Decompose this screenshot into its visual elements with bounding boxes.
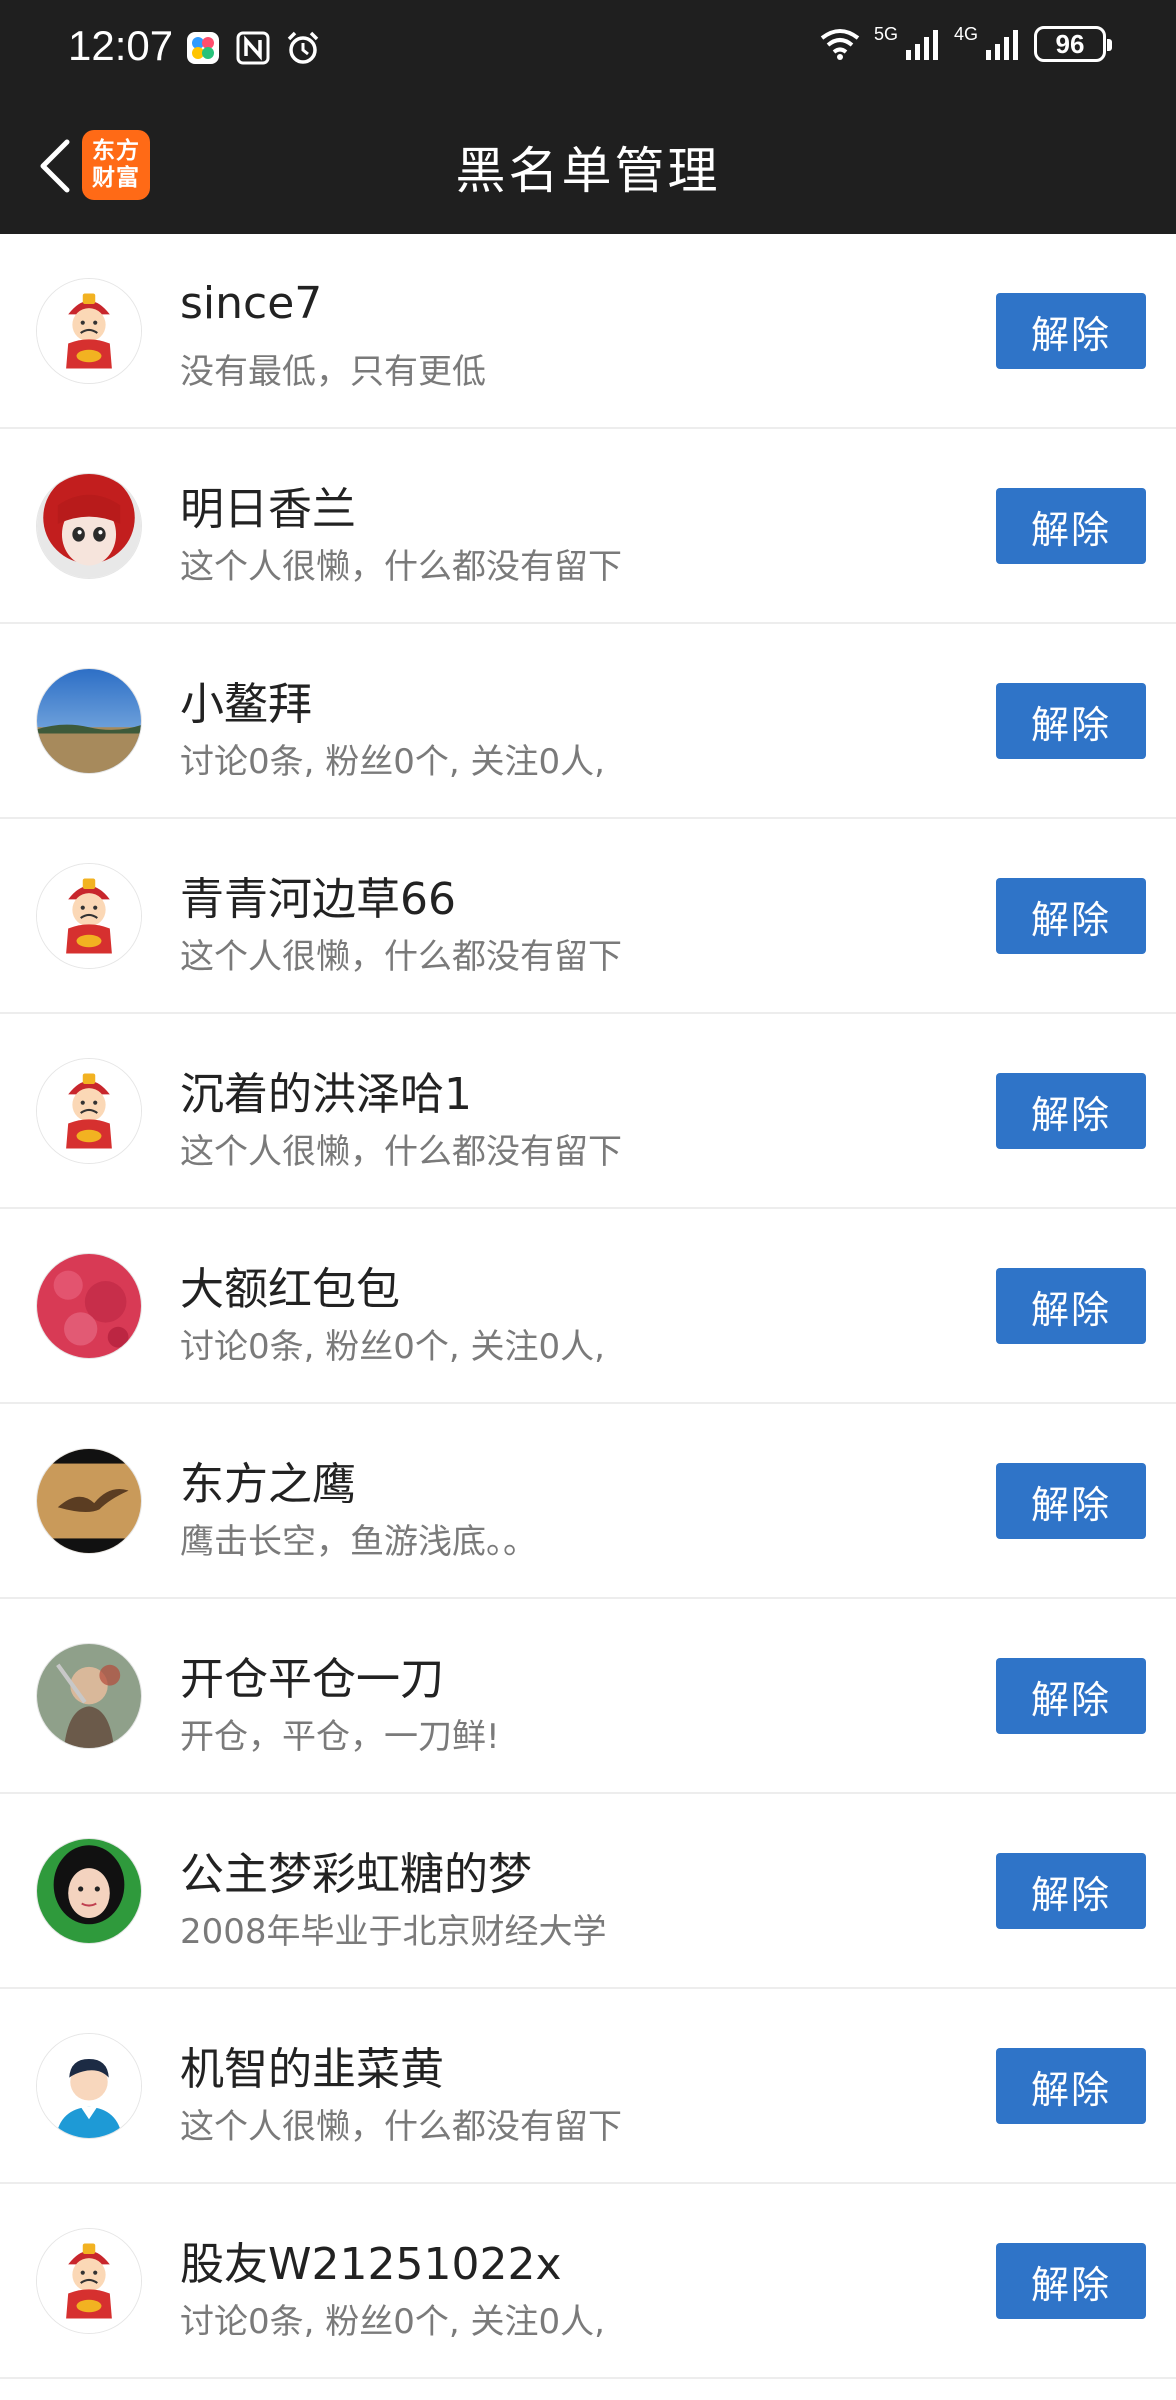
red-texture-avatar[interactable]: [36, 1253, 142, 1359]
blacklist-item: 股友W21251022x 讨论0条, 粉丝0个, 关注0人, 解除: [0, 2184, 1176, 2379]
user-bio: 2008年毕业于北京财经大学: [180, 1912, 607, 1952]
eagle-avatar[interactable]: [36, 1448, 142, 1554]
landscape-avatar[interactable]: [36, 668, 142, 774]
blacklist-item: 公主梦彩虹糖的梦 2008年毕业于北京财经大学 解除: [0, 1794, 1176, 1989]
nfc-icon: [236, 31, 270, 65]
signal-4g-icon: [986, 30, 1018, 60]
back-button[interactable]: [22, 130, 88, 202]
signal-5g-icon: [905, 30, 938, 60]
user-bio: 开仓，平仓，一刀鲜!: [180, 1717, 500, 1757]
status-time: 12:07: [68, 22, 174, 69]
god-of-wealth-avatar[interactable]: [36, 1058, 142, 1164]
blacklist-item: 机智的韭菜黄这个人很懒，什么都没有留下 解除: [0, 1989, 1176, 2184]
user-bio: 讨论0条, 粉丝0个, 关注0人,: [180, 2302, 605, 2342]
alarm-icon: [287, 31, 319, 64]
user-bio: 鹰击长空，鱼游浅底。。: [180, 1522, 537, 1562]
cartoon-man-avatar[interactable]: [36, 2033, 142, 2139]
user-name[interactable]: 大额红包包: [180, 1253, 400, 1317]
unblock-button[interactable]: 解除: [996, 293, 1146, 369]
chevron-left-icon: [40, 139, 70, 193]
unblock-button[interactable]: 解除: [996, 1853, 1146, 1929]
user-name[interactable]: 沉着的洪泽哈1: [180, 1058, 472, 1122]
unblock-button[interactable]: 解除: [996, 683, 1146, 759]
unblock-button[interactable]: 解除: [996, 1268, 1146, 1344]
app-logo-line1: 东方: [92, 138, 140, 164]
wifi-icon: [820, 29, 860, 60]
user-name[interactable]: 公主梦彩虹糖的梦: [180, 1838, 532, 1902]
unblock-button[interactable]: 解除: [996, 1658, 1146, 1734]
user-name[interactable]: 东方之鹰: [180, 1448, 356, 1512]
user-name[interactable]: 明日香兰: [180, 473, 356, 537]
user-name[interactable]: since7: [180, 278, 322, 329]
user-bio: 这个人很懒，什么都没有留下: [180, 2107, 622, 2147]
battery-level: 96: [1055, 28, 1085, 59]
user-name[interactable]: 机智的韭菜黄: [180, 2033, 444, 2097]
blacklist-item: 沉着的洪泽哈1 这个人很懒，什么都没有留下 解除: [0, 1014, 1176, 1209]
god-of-wealth-avatar[interactable]: [36, 2228, 142, 2334]
blacklist-item: 小鳌拜讨论0条, 粉丝0个, 关注0人, 解除: [0, 624, 1176, 819]
blacklist-item: since7 没有最低，只有更低 解除: [0, 234, 1176, 429]
blacklist-item: 开仓平仓一刀开仓，平仓，一刀鲜! 解除: [0, 1599, 1176, 1794]
network-5g-label: 5G: [873, 23, 898, 44]
blacklist-list: since7 没有最低，只有更低 解除 明日香兰 这个人很懒，什么都没有留下 解除 小鳌拜讨…: [0, 234, 1176, 2379]
blacklist-item: 青青河边草66 这个人很懒，什么都没有留下 解除: [0, 819, 1176, 1014]
app-notification-icon: [187, 32, 219, 64]
user-bio: 讨论0条, 粉丝0个, 关注0人,: [180, 742, 605, 782]
battery-icon: 96: [1034, 26, 1112, 62]
unblock-button[interactable]: 解除: [996, 878, 1146, 954]
user-bio: 没有最低，只有更低: [180, 352, 486, 392]
app-logo: 东方 财富: [82, 130, 150, 200]
status-notification-icons: [185, 30, 321, 66]
page-title: 黑名单管理: [455, 142, 721, 200]
user-name[interactable]: 小鳌拜: [180, 668, 312, 732]
network-4g-label: 4G: [953, 23, 978, 44]
girl-photo-avatar[interactable]: [36, 1838, 142, 1944]
unblock-button[interactable]: 解除: [996, 1463, 1146, 1539]
user-bio: 这个人很懒，什么都没有留下: [180, 1132, 622, 1172]
status-right-icons: 5G 4G 96: [820, 23, 1112, 62]
blacklist-item: 大额红包包讨论0条, 粉丝0个, 关注0人, 解除: [0, 1209, 1176, 1404]
unblock-button[interactable]: 解除: [996, 2048, 1146, 2124]
user-bio: 这个人很懒，什么都没有留下: [180, 547, 622, 587]
unblock-button[interactable]: 解除: [996, 488, 1146, 564]
app-logo-line2: 财富: [92, 165, 140, 191]
god-of-wealth-avatar[interactable]: [36, 863, 142, 969]
unblock-button[interactable]: 解除: [996, 1073, 1146, 1149]
status-bar: 12:07 5G 4G 96: [0, 0, 1176, 100]
user-bio: 讨论0条, 粉丝0个, 关注0人,: [180, 1327, 605, 1367]
blacklist-item: 明日香兰这个人很懒，什么都没有留下 解除: [0, 429, 1176, 624]
blacklist-item: 东方之鹰鹰击长空，鱼游浅底。。 解除: [0, 1404, 1176, 1599]
god-of-wealth-avatar[interactable]: [36, 278, 142, 384]
user-name[interactable]: 开仓平仓一刀: [180, 1643, 444, 1707]
warrior-avatar[interactable]: [36, 1643, 142, 1749]
anime-girl-avatar[interactable]: [36, 473, 142, 579]
user-bio: 这个人很懒，什么都没有留下: [180, 937, 622, 977]
user-name[interactable]: 股友W21251022x: [180, 2228, 562, 2292]
unblock-button[interactable]: 解除: [996, 2243, 1146, 2319]
user-name[interactable]: 青青河边草66: [180, 863, 456, 927]
nav-bar: 黑名单管理 东方 财富: [0, 100, 1176, 234]
